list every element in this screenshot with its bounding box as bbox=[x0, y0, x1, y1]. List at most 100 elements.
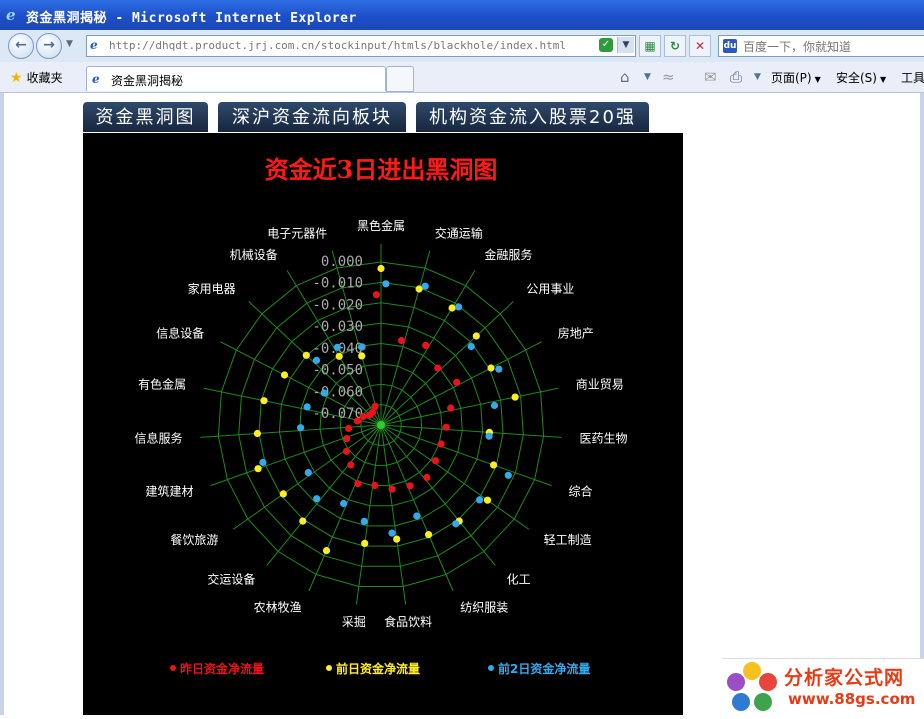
series-point-1 bbox=[345, 424, 353, 432]
series-point-1 bbox=[353, 417, 361, 425]
series-point-3 bbox=[467, 342, 475, 351]
series-point-2 bbox=[361, 539, 369, 547]
legend-marker bbox=[326, 665, 332, 671]
legend-marker bbox=[170, 665, 176, 671]
tab-top20-stocks[interactable]: 机构资金流入股票20强 bbox=[416, 102, 649, 132]
tab-sector-flow[interactable]: 深沪资金流向板块 bbox=[218, 102, 406, 132]
new-tab-button[interactable] bbox=[386, 66, 414, 92]
search-input[interactable]: 百度一下，你就知道 bbox=[743, 38, 851, 55]
refresh-icon[interactable]: ↻ bbox=[664, 35, 686, 57]
watermark: 分析家公式网 www.88gs.com bbox=[722, 658, 924, 716]
address-url[interactable]: http://dhqdt.product.jrj.com.cn/stockinp… bbox=[109, 39, 566, 52]
series-point-1 bbox=[447, 404, 455, 412]
feeds-icon[interactable]: ≈ bbox=[662, 68, 675, 86]
forward-icon[interactable]: → bbox=[36, 33, 62, 59]
series-point-1 bbox=[342, 447, 350, 455]
chevron-down-icon: ▼ bbox=[814, 75, 821, 84]
watermark-brand: 分析家公式网 bbox=[784, 667, 905, 689]
tab-blackhole[interactable]: 资金黑洞图 bbox=[83, 102, 208, 132]
home-dropdown-icon[interactable]: ▼ bbox=[644, 72, 651, 82]
compatibility-icon[interactable]: ▦ bbox=[639, 35, 661, 57]
series-point-1 bbox=[388, 485, 396, 493]
search-box[interactable]: du 百度一下，你就知道 bbox=[718, 35, 924, 57]
star-icon: ★ bbox=[10, 70, 23, 86]
back-icon[interactable]: ← bbox=[8, 33, 34, 59]
category-label: 机械设备 bbox=[230, 247, 278, 262]
series-point-3 bbox=[452, 520, 460, 528]
axis-tick-label: -0.050 bbox=[312, 363, 363, 379]
category-label: 医药生物 bbox=[580, 432, 628, 446]
category-label: 黑色金属 bbox=[357, 218, 405, 233]
favorites-label: 收藏夹 bbox=[26, 71, 63, 85]
category-label: 综合 bbox=[569, 484, 593, 499]
category-label: 交运设备 bbox=[207, 571, 255, 586]
safety-menu-label: 安全(S) bbox=[836, 71, 877, 85]
page-menu[interactable]: 页面(P) ▼ bbox=[771, 69, 821, 86]
address-bar[interactable]: e http://dhqdt.product.jrj.com.cn/stocki… bbox=[86, 35, 636, 57]
category-label: 化工 bbox=[507, 572, 531, 586]
series-point-2 bbox=[254, 465, 262, 473]
category-label: 轻工制造 bbox=[544, 533, 592, 547]
series-point-1 bbox=[453, 378, 461, 386]
category-label: 商业贸易 bbox=[576, 377, 624, 392]
series-point-3 bbox=[358, 343, 366, 351]
series-point-1 bbox=[354, 480, 362, 488]
print-dropdown-icon[interactable]: ▼ bbox=[754, 72, 761, 82]
series-point-3 bbox=[485, 432, 493, 440]
series-point-3 bbox=[297, 424, 305, 432]
grid-spoke bbox=[380, 424, 562, 438]
stop-icon[interactable]: ✕ bbox=[689, 35, 711, 57]
chevron-down-icon: ▼ bbox=[879, 75, 887, 84]
series-point-2 bbox=[377, 264, 385, 273]
security-shield-icon[interactable]: ✓ bbox=[599, 38, 613, 52]
series-point-3 bbox=[388, 529, 396, 537]
series-point-3 bbox=[259, 458, 267, 466]
series-point-3 bbox=[476, 496, 484, 504]
series-point-3 bbox=[455, 303, 463, 311]
series-point-2 bbox=[280, 371, 289, 379]
grid-spoke bbox=[380, 387, 559, 426]
radar-chart: 资金近3日进出黑洞图0.000-0.010-0.020-0.030-0.040-… bbox=[134, 155, 628, 676]
address-dropdown-icon[interactable]: ▼ bbox=[617, 37, 634, 53]
series-point-2 bbox=[448, 304, 456, 312]
tools-menu[interactable]: 工具 bbox=[901, 69, 924, 86]
category-label: 有色金属 bbox=[138, 377, 186, 392]
series-point-3 bbox=[382, 280, 390, 288]
favorites-button[interactable]: ★ 收藏夹 bbox=[10, 69, 63, 86]
series-point-2 bbox=[472, 332, 480, 340]
series-point-3 bbox=[313, 495, 321, 503]
page-icon: e bbox=[90, 38, 98, 52]
series-point-1 bbox=[406, 482, 414, 490]
history-dropdown-icon[interactable]: ▼ bbox=[66, 39, 73, 49]
axis-tick-label: 0.000 bbox=[321, 254, 363, 270]
watermark-site: www.88gs.com bbox=[788, 690, 916, 708]
series-point-1 bbox=[343, 435, 351, 443]
category-label: 房地产 bbox=[558, 325, 594, 340]
series-point-3 bbox=[504, 471, 512, 479]
series-point-2 bbox=[279, 490, 287, 498]
legend-label: 前日资金净流量 bbox=[336, 661, 420, 676]
axis-tick-label: -0.020 bbox=[312, 298, 363, 314]
series-point-3 bbox=[304, 469, 312, 477]
watermark-flower-icon bbox=[727, 662, 777, 711]
category-label: 建筑建材 bbox=[145, 484, 193, 499]
print-icon[interactable]: ⎙ bbox=[730, 68, 742, 86]
mail-icon[interactable]: ✉ bbox=[704, 68, 717, 86]
tools-menu-label: 工具 bbox=[901, 71, 924, 85]
category-label: 家用电器 bbox=[188, 281, 236, 296]
grid-spoke bbox=[380, 250, 431, 426]
series-point-2 bbox=[260, 397, 268, 405]
browser-tab[interactable]: e 资金黑洞揭秘 bbox=[86, 66, 386, 91]
category-label: 金融服务 bbox=[484, 247, 532, 262]
grid-spoke bbox=[200, 424, 382, 438]
home-icon[interactable]: ⌂ bbox=[620, 68, 630, 86]
center-dot bbox=[377, 421, 385, 429]
series-point-2 bbox=[490, 461, 498, 469]
axis-tick-label: -0.010 bbox=[312, 276, 363, 292]
series-point-1 bbox=[371, 402, 379, 410]
series-point-3 bbox=[303, 403, 311, 411]
category-label: 电子元器件 bbox=[267, 226, 327, 240]
series-point-2 bbox=[425, 531, 433, 539]
safety-menu[interactable]: 安全(S) ▼ bbox=[836, 69, 886, 86]
series-point-1 bbox=[372, 291, 380, 299]
